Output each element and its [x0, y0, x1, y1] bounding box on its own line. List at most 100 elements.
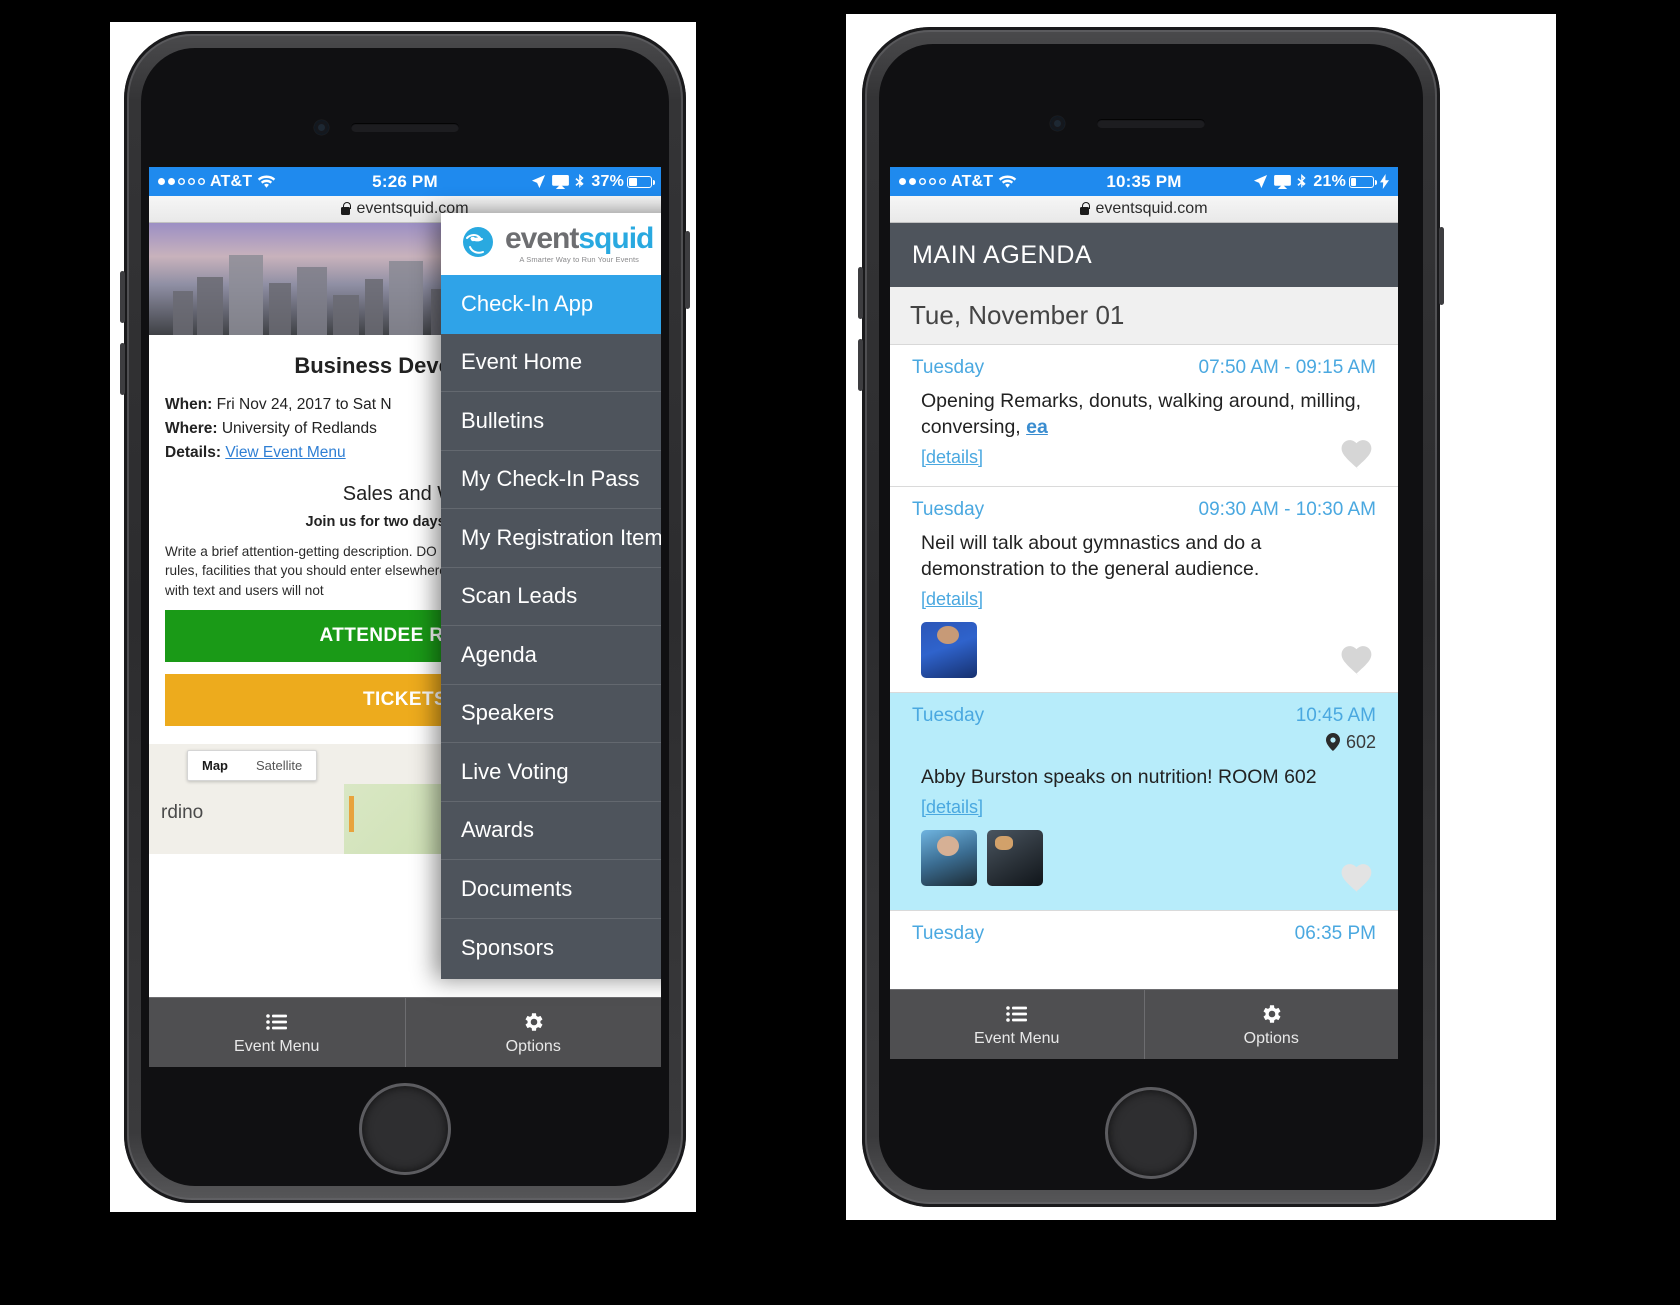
agenda-item-room: 602: [1296, 732, 1376, 753]
menu-item-check-in-app[interactable]: Check-In App: [441, 275, 661, 334]
menu-item-agenda[interactable]: Agenda: [441, 626, 661, 685]
left-earpiece-speaker: [351, 123, 459, 132]
menu-item-label: Live Voting: [461, 758, 569, 784]
menu-item-label: Documents: [461, 875, 573, 901]
event-menu-panel: eventsquid A Smarter Way to Run Your Eve…: [441, 213, 661, 979]
agenda-item[interactable]: Tuesday 06:35 PM: [890, 911, 1398, 945]
menu-item-sponsors[interactable]: Sponsors: [441, 918, 661, 977]
gear-icon: [525, 1012, 543, 1031]
tab-options[interactable]: Options: [1143, 990, 1399, 1059]
right-front-camera: [1050, 116, 1065, 131]
agenda-date-header: Tue, November 01: [890, 287, 1398, 345]
screenshot-stage: AT&T 5:26 PM 37% eventsquid.com Business…: [0, 0, 1680, 1305]
agenda-item-day: Tuesday: [912, 922, 985, 944]
agenda-item[interactable]: Tuesday 09:30 AM - 10:30 AM Neil will ta…: [890, 487, 1398, 693]
agenda-item-top: Tuesday 07:50 AM - 09:15 AM: [912, 357, 1376, 379]
battery-shell: [1349, 175, 1377, 188]
right-volume-down-button[interactable]: [858, 339, 863, 391]
agenda-item-top: Tuesday 10:45 AM 602: [912, 705, 1376, 753]
agenda-item[interactable]: Tuesday 10:45 AM 602 Abby Burston speaks…: [890, 692, 1398, 911]
airplay-icon: [1274, 174, 1292, 189]
agenda-item-right: 07:50 AM - 09:15 AM: [1199, 357, 1376, 379]
left-status-right: 37%: [531, 172, 655, 191]
agenda-item-time: 07:50 AM - 09:15 AM: [1198, 357, 1376, 378]
agenda-item-time: 09:30 AM - 10:30 AM: [1198, 499, 1376, 520]
right-tab-bar: Event Menu Options: [890, 989, 1398, 1059]
favorite-heart-icon[interactable]: [1340, 642, 1378, 680]
location-arrow-icon: [1254, 174, 1268, 189]
speaker-thumbnail[interactable]: [987, 829, 1043, 886]
brand-text: eventsquid: [505, 222, 654, 255]
favorite-heart-icon[interactable]: [1340, 860, 1378, 898]
map-type-map[interactable]: Map: [188, 751, 242, 780]
map-type-control[interactable]: Map Satellite: [187, 749, 318, 781]
speaker-thumbnail[interactable]: [921, 621, 977, 678]
left-power-button[interactable]: [685, 231, 690, 309]
agenda-item-details-link[interactable]: [details]: [912, 447, 983, 468]
view-event-menu-link[interactable]: View Event Menu: [225, 444, 345, 461]
battery-percent-label: 37%: [591, 172, 624, 190]
event-where-value: University of Redlands: [221, 420, 377, 438]
right-volume-up-button[interactable]: [858, 267, 863, 319]
left-home-button[interactable]: [359, 1083, 451, 1175]
event-when-value: Fri Nov 24, 2017 to Sat N: [216, 396, 392, 413]
agenda-item-day: Tuesday: [912, 357, 985, 378]
left-tab-bar: Event Menu Options: [149, 997, 661, 1067]
agenda-item-description: Abby Burston speaks on nutrition! ROOM 6…: [921, 765, 1317, 788]
agenda-item-time: 06:35 PM: [1294, 922, 1376, 944]
menu-item-speakers[interactable]: Speakers: [441, 684, 661, 743]
list-icon: [265, 1013, 287, 1030]
agenda-item-description-link[interactable]: ea: [1026, 416, 1048, 438]
right-url-bar[interactable]: eventsquid.com: [890, 196, 1398, 223]
event-details-label: Details:: [165, 444, 221, 462]
left-phone-screen: AT&T 5:26 PM 37% eventsquid.com Business…: [149, 167, 661, 1067]
menu-item-label: Awards: [461, 817, 534, 843]
agenda-item-details-link[interactable]: [details]: [912, 589, 983, 610]
menu-item-my-check-in-pass[interactable]: My Check-In Pass: [441, 450, 661, 509]
right-power-button[interactable]: [1439, 227, 1444, 305]
agenda-item-day: Tuesday: [912, 704, 985, 726]
right-status-right: 21%: [1253, 173, 1389, 191]
right-home-button[interactable]: [1105, 1087, 1197, 1179]
agenda-item-details-link[interactable]: [details]: [912, 797, 983, 818]
lock-icon: [341, 201, 351, 215]
brand-wordmark: eventsquid A Smarter Way to Run Your Eve…: [505, 222, 654, 265]
bluetooth-icon: [1297, 173, 1306, 188]
right-phone-screen: AT&T 10:35 PM 21% eventsquid.com MAIN AG…: [890, 167, 1398, 1059]
list-icon: [1005, 1005, 1027, 1022]
map-type-satellite[interactable]: Satellite: [242, 751, 316, 780]
left-volume-up-button[interactable]: [120, 271, 125, 323]
agenda-header: MAIN AGENDA: [890, 223, 1398, 287]
left-front-camera: [314, 120, 329, 135]
right-status-bar: AT&T 10:35 PM 21%: [890, 167, 1398, 196]
agenda-item-description: Opening Remarks, donuts, walking around,…: [921, 390, 1362, 438]
favorite-heart-icon[interactable]: [1340, 436, 1378, 474]
agenda-item-right: 06:35 PM: [1295, 923, 1376, 945]
left-volume-down-button[interactable]: [120, 343, 125, 395]
agenda-item-top: Tuesday 06:35 PM: [912, 923, 1376, 945]
menu-item-awards[interactable]: Awards: [441, 801, 661, 860]
brand-tagline: A Smarter Way to Run Your Events: [519, 255, 640, 264]
menu-item-bulletins[interactable]: Bulletins: [441, 392, 661, 451]
menu-item-label: My Check-In Pass: [461, 466, 640, 492]
agenda-date-label: Tue, November 01: [910, 300, 1125, 330]
agenda-scroll-area[interactable]: MAIN AGENDA Tue, November 01 Tuesday 07:…: [890, 223, 1398, 989]
location-arrow-icon: [532, 174, 546, 189]
tab-options[interactable]: Options: [404, 998, 662, 1067]
squid-logo-icon: [459, 225, 499, 263]
menu-item-label: Scan Leads: [461, 583, 578, 609]
menu-item-documents[interactable]: Documents: [441, 860, 661, 919]
tab-event-menu[interactable]: Event Menu: [149, 998, 405, 1067]
agenda-item-thumbnails: [912, 621, 1376, 678]
menu-item-event-home[interactable]: Event Home: [441, 333, 661, 392]
menu-item-my-registration-items[interactable]: My Registration Items: [441, 509, 661, 568]
menu-item-live-voting[interactable]: Live Voting: [441, 743, 661, 802]
agenda-item-time: 10:45 AM: [1295, 704, 1376, 726]
speaker-thumbnail[interactable]: [921, 829, 977, 886]
map-route-line: [349, 795, 354, 832]
battery-fill: [629, 177, 637, 186]
tab-event-menu[interactable]: Event Menu: [890, 990, 1144, 1059]
agenda-item[interactable]: Tuesday 07:50 AM - 09:15 AM Opening Rema…: [890, 345, 1398, 487]
menu-item-scan-leads[interactable]: Scan Leads: [441, 567, 661, 626]
agenda-item-room-number: 602: [1345, 731, 1376, 752]
